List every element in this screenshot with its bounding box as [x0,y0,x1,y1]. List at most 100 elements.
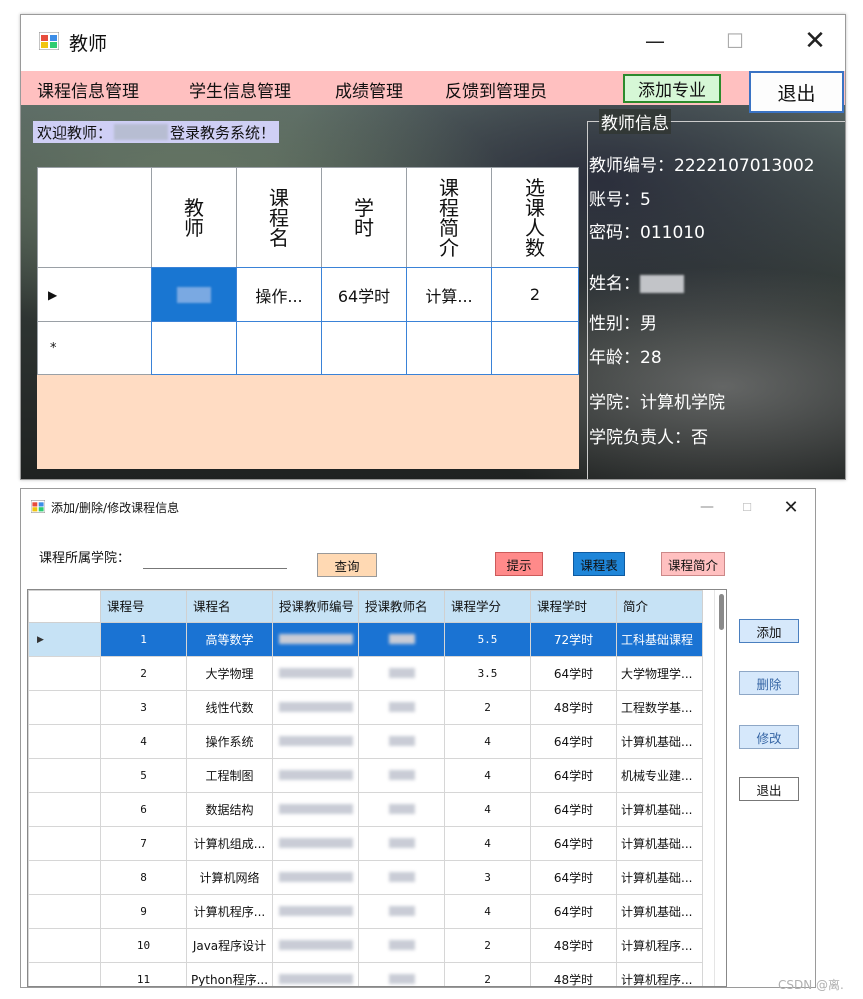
vertical-scrollbar[interactable] [714,590,726,986]
cell-course-id[interactable]: 3 [100,690,187,725]
cell-credit[interactable]: 2 [444,928,531,963]
cell-course-name[interactable]: 数据结构 [186,792,273,827]
cell-course-name[interactable]: Python程序... [186,962,273,986]
table-row[interactable]: 4 操作系统 4 64学时 计算机基础... [28,724,703,759]
new-cell[interactable] [491,321,579,375]
cell-credit[interactable]: 2 [444,962,531,986]
close-button[interactable]: ✕ [785,15,845,67]
column-header-hours[interactable]: 学时 [321,167,407,268]
cell-course-id[interactable]: 1 [100,622,187,657]
table-row[interactable]: 6 数据结构 4 64学时 计算机基础... [28,792,703,827]
row-header-new[interactable]: * [37,321,152,375]
close-button[interactable]: ✕ [769,489,813,525]
row-header[interactable] [28,724,101,759]
cell-course-id[interactable]: 8 [100,860,187,895]
cell-intro[interactable]: 计算机程序... [616,962,703,986]
modify-button[interactable]: 修改 [739,725,799,749]
column-header-id[interactable]: 课程号 [100,590,187,623]
cell-teacher-id[interactable] [272,826,359,861]
cell-credit[interactable]: 5.5 [444,622,531,657]
cell-course-id[interactable]: 10 [100,928,187,963]
course-intro-button[interactable]: 课程简介 [661,552,725,576]
table-row[interactable]: 3 线性代数 2 48学时 工程数学基... [28,690,703,725]
scrollbar-thumb[interactable] [719,594,724,630]
cell-teacher-name[interactable] [358,792,445,827]
cell-hours[interactable]: 64学时 [530,792,617,827]
grid-corner[interactable] [37,167,152,268]
college-input[interactable] [143,547,287,569]
cell-teacher-id[interactable] [272,622,359,657]
cell-teacher-name[interactable] [358,724,445,759]
cell-hours[interactable]: 72学时 [530,622,617,657]
table-row[interactable]: 8 计算机网络 3 64学时 计算机基础... [28,860,703,895]
table-row[interactable]: 2 大学物理 3.5 64学时 大学物理学... [28,656,703,691]
cell-teacher-name[interactable] [358,826,445,861]
cell-intro[interactable]: 工科基础课程 [616,622,703,657]
cell-intro[interactable]: 工程数学基... [616,690,703,725]
cell-credit[interactable]: 2 [444,690,531,725]
row-header[interactable]: ▶ [28,622,101,657]
title-bar[interactable]: 教师 — ☐ ✕ [21,15,845,67]
new-cell[interactable] [321,321,407,375]
row-header[interactable] [28,826,101,861]
new-cell[interactable] [406,321,492,375]
column-header-teacher-name[interactable]: 授课教师名 [358,590,445,623]
cell-hours[interactable]: 48学时 [530,962,617,986]
cell-teacher-id[interactable] [272,724,359,759]
minimize-button[interactable]: — [625,15,685,67]
row-header[interactable] [28,792,101,827]
cell-intro[interactable]: 计算机基础... [616,792,703,827]
cell-teacher-name[interactable] [358,894,445,929]
cell-course-id[interactable]: 11 [100,962,187,986]
cell-intro[interactable]: 计算机基础... [616,860,703,895]
cell-intro[interactable]: 机械专业建... [616,758,703,793]
cell-credit[interactable]: 3 [444,860,531,895]
cell-course-id[interactable]: 2 [100,656,187,691]
table-row[interactable]: ▶ 1 高等数学 5.5 72学时 工科基础课程 [28,622,703,657]
new-cell[interactable] [151,321,237,375]
add-button[interactable]: 添加 [739,619,799,643]
grid-corner[interactable] [28,590,101,623]
cell-course-name[interactable]: 计算机组成... [186,826,273,861]
cell-credit[interactable]: 4 [444,826,531,861]
column-header-teacher-id[interactable]: 授课教师编号 [272,590,359,623]
cell-credit[interactable]: 3.5 [444,656,531,691]
column-header-intro[interactable]: 简介 [616,590,703,623]
table-row[interactable]: 5 工程制图 4 64学时 机械专业建... [28,758,703,793]
cell-hours[interactable]: 64学时 [530,656,617,691]
column-header-enrolled[interactable]: 选课人数 [491,167,579,268]
cell-course-name[interactable]: 操作... [236,267,322,322]
cell-hours[interactable]: 48学时 [530,690,617,725]
add-major-button[interactable]: 添加专业 [623,74,721,103]
column-header-teacher[interactable]: 教师 [151,167,237,268]
cell-intro[interactable]: 计算机基础... [616,826,703,861]
cell-enrolled[interactable]: 2 [491,267,579,322]
cell-intro[interactable]: 计算机基础... [616,724,703,759]
cell-intro[interactable]: 大学物理学... [616,656,703,691]
row-header-current[interactable]: ▶ [37,267,152,322]
cell-teacher-name[interactable] [358,928,445,963]
cell-hours[interactable]: 64学时 [530,724,617,759]
cell-credit[interactable]: 4 [444,724,531,759]
maximize-button[interactable]: ☐ [705,15,765,67]
cell-teacher-id[interactable] [272,690,359,725]
cell-course-id[interactable]: 5 [100,758,187,793]
column-header-name[interactable]: 课程名 [186,590,273,623]
cell-teacher-name[interactable] [358,690,445,725]
table-row[interactable]: 7 计算机组成... 4 64学时 计算机基础... [28,826,703,861]
table-row[interactable]: 11 Python程序... 2 48学时 计算机程序... [28,962,703,986]
cell-credit[interactable]: 4 [444,758,531,793]
cell-teacher-name[interactable] [358,860,445,895]
cell-teacher-name[interactable] [358,758,445,793]
row-header[interactable] [28,928,101,963]
course-grid[interactable]: 课程号 课程名 授课教师编号 授课教师名 课程学分 课程学时 简介 ▶ 1 高等数学… [27,589,727,987]
cell-hours[interactable]: 64学时 [530,758,617,793]
row-header[interactable] [28,656,101,691]
cell-teacher-id[interactable] [272,860,359,895]
query-button[interactable]: 查询 [317,553,377,577]
cell-course-name[interactable]: 大学物理 [186,656,273,691]
cell-course-id[interactable]: 7 [100,826,187,861]
new-cell[interactable] [236,321,322,375]
cell-hours[interactable]: 48学时 [530,928,617,963]
menu-course-info[interactable]: 课程信息管理 [37,77,139,102]
